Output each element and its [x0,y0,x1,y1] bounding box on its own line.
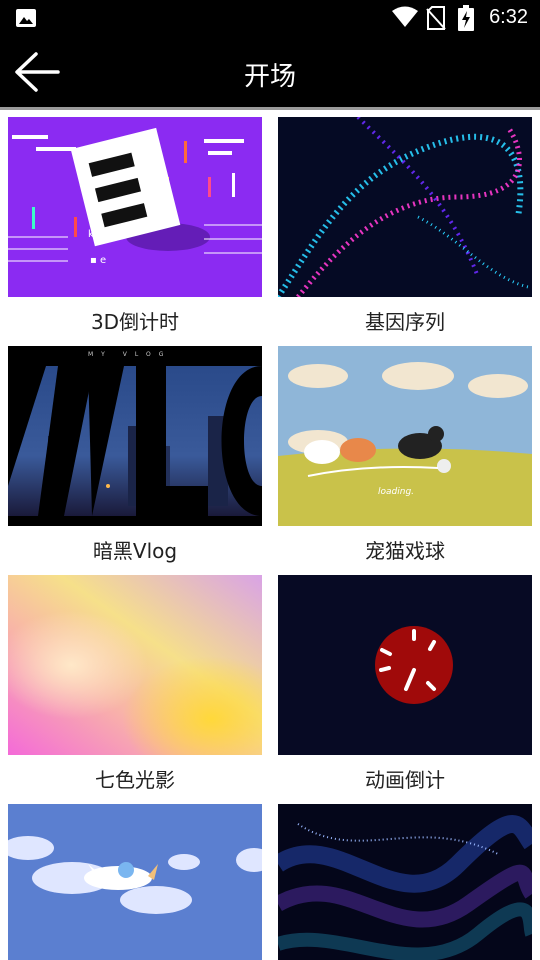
template-thumbnail[interactable] [278,117,532,297]
svg-text:k ◦ s: k ◦ s [88,229,111,240]
template-thumbnail[interactable]: MY VLOG [8,346,262,526]
template-card-gene-sequence[interactable]: 基因序列 [278,117,532,335]
template-thumbnail[interactable] [278,575,532,755]
page-title: 开场 [243,62,296,92]
template-card-animated-countdown[interactable]: 动画倒计 [278,575,532,793]
template-thumbnail[interactable]: loading. [278,346,532,526]
svg-text:▪ e: ▪ e [90,255,106,266]
template-thumbnail[interactable] [278,804,532,960]
template-card-seven-color-light[interactable]: 七色光影 [8,575,262,793]
template-grid: k ◦ s ▪ e 3D倒计时 基因序列 MY VLOG 暗黑Vlog load… [0,110,540,960]
svg-text:MY VLOG: MY VLOG [88,351,171,358]
template-thumbnail[interactable] [8,575,262,755]
template-card-airplane[interactable] [8,804,262,960]
svg-text:loading.: loading. [378,487,414,497]
battery-charging-icon [458,5,474,31]
status-time: 6:32 [489,6,528,28]
template-label: 3D倒计时 [90,310,180,334]
status-bar: 6:32 [0,0,540,36]
no-sim-icon [426,6,446,30]
template-label: 七色光影 [95,768,175,792]
template-label: 基因序列 [365,310,445,334]
template-card-3d-countdown[interactable]: k ◦ s ▪ e 3D倒计时 [8,117,262,335]
template-label: 动画倒计 [365,768,445,792]
wifi-icon [392,6,418,27]
template-thumbnail[interactable]: k ◦ s ▪ e [8,117,262,297]
template-label: 暗黑Vlog [92,539,178,563]
template-card-dark-vlog[interactable]: MY VLOG 暗黑Vlog [8,346,262,564]
template-thumbnail[interactable] [8,804,262,960]
template-card-particle-waves[interactable] [278,804,532,960]
image-icon [16,9,36,27]
template-card-cat-ball[interactable]: loading. 宠猫戏球 [278,346,532,564]
app-bar: 开场 [0,36,540,110]
template-label: 宠猫戏球 [365,539,445,563]
